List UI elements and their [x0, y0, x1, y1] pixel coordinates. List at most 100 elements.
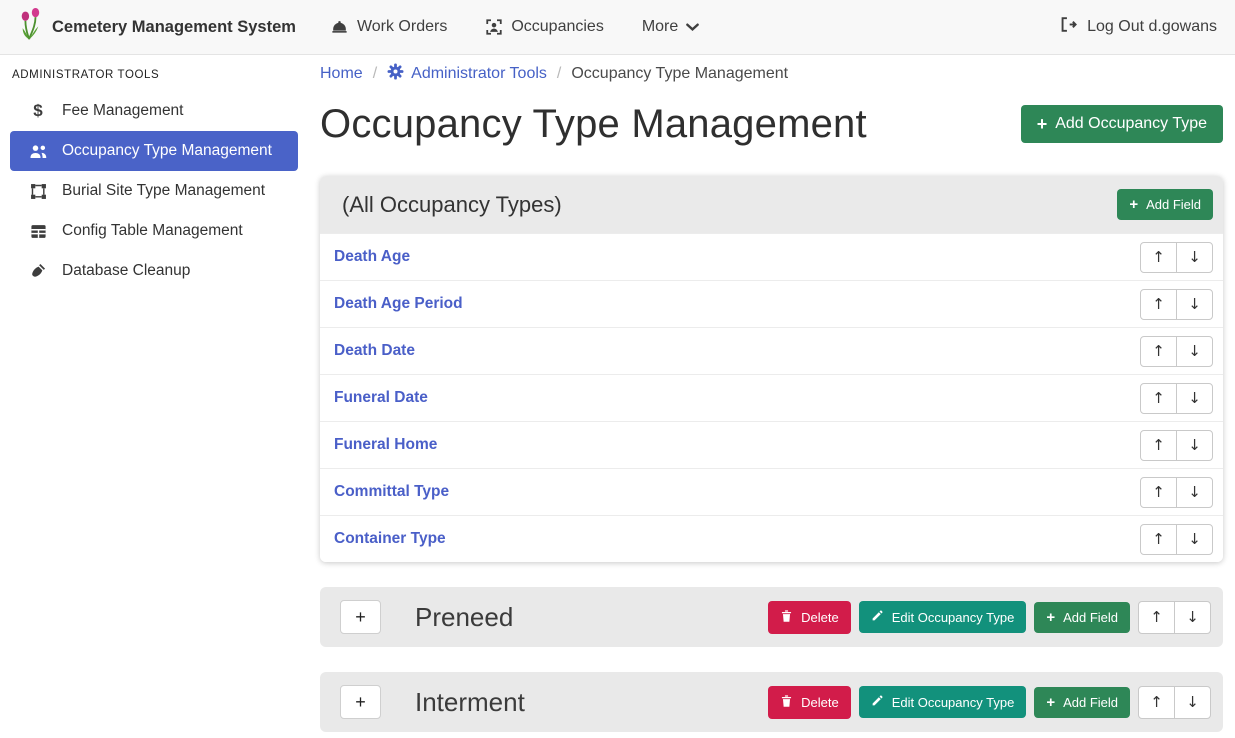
nav-label: Work Orders	[357, 18, 447, 36]
reorder-buttons: ↑ ↓	[1140, 524, 1213, 555]
move-up-button[interactable]: ↑	[1138, 686, 1175, 719]
sidebar-item-label: Database Cleanup	[62, 262, 190, 280]
logout-button[interactable]: Log Out d.gowans	[1059, 15, 1217, 39]
field-link-death-age[interactable]: Death Age	[334, 248, 410, 266]
move-down-button[interactable]: ↓	[1174, 601, 1211, 634]
section-actions: Delete Edit Occupancy Type + Add Field ↑…	[768, 686, 1211, 719]
expand-button[interactable]: +	[340, 685, 381, 719]
add-field-button[interactable]: + Add Field	[1117, 189, 1213, 220]
move-down-button[interactable]: ↓	[1176, 383, 1213, 414]
table-icon	[28, 223, 48, 240]
sidebar-item-config-table-management[interactable]: Config Table Management	[10, 211, 298, 251]
button-label: Edit Occupancy Type	[892, 610, 1015, 625]
logout-label: Log Out d.gowans	[1087, 18, 1217, 36]
field-link-container-type[interactable]: Container Type	[334, 530, 446, 548]
field-row: Death Age ↑ ↓	[320, 233, 1223, 280]
reorder-buttons: ↑ ↓	[1140, 336, 1213, 367]
tulip-logo-icon	[18, 8, 42, 46]
breadcrumb-current: Occupancy Type Management	[571, 65, 788, 83]
reorder-buttons: ↑ ↓	[1140, 242, 1213, 273]
button-label: Delete	[801, 610, 839, 625]
title-row: Occupancy Type Management + Add Occupanc…	[320, 99, 1223, 149]
logout-icon	[1059, 15, 1078, 39]
expand-button[interactable]: +	[340, 600, 381, 634]
field-row: Committal Type ↑ ↓	[320, 468, 1223, 515]
field-link-death-date[interactable]: Death Date	[334, 342, 415, 360]
card-title: (All Occupancy Types)	[342, 192, 562, 218]
sidebar-item-occupancy-type-management[interactable]: Occupancy Type Management	[10, 131, 298, 171]
app-brand[interactable]: Cemetery Management System	[18, 8, 296, 46]
breadcrumb-admin-tools-link[interactable]: Administrator Tools	[387, 63, 547, 85]
move-up-button[interactable]: ↑	[1138, 601, 1175, 634]
frame-icon	[28, 183, 48, 200]
nav-label: More	[642, 18, 678, 36]
gear-icon	[387, 63, 404, 85]
move-down-button[interactable]: ↓	[1176, 524, 1213, 555]
delete-button[interactable]: Delete	[768, 686, 851, 719]
chevron-down-icon	[686, 23, 699, 32]
field-row: Funeral Home ↑ ↓	[320, 421, 1223, 468]
plus-icon: +	[1046, 610, 1055, 625]
move-up-button[interactable]: ↑	[1140, 336, 1177, 367]
nav-item-more[interactable]: More	[642, 18, 699, 36]
field-row: Container Type ↑ ↓	[320, 515, 1223, 562]
field-row: Death Age Period ↑ ↓	[320, 280, 1223, 327]
move-down-button[interactable]: ↓	[1174, 686, 1211, 719]
sidebar-item-database-cleanup[interactable]: Database Cleanup	[10, 251, 298, 291]
dollar-icon: $	[28, 101, 48, 121]
breadcrumb-home-link[interactable]: Home	[320, 65, 363, 83]
hard-hat-icon	[330, 18, 349, 37]
edit-occupancy-type-button[interactable]: Edit Occupancy Type	[859, 601, 1027, 633]
sidebar-item-fee-management[interactable]: $ Fee Management	[10, 91, 298, 131]
section-title: Preneed	[415, 602, 513, 633]
trash-icon	[780, 609, 793, 626]
reorder-buttons: ↑ ↓	[1140, 477, 1213, 508]
move-up-button[interactable]: ↑	[1140, 477, 1177, 508]
move-down-button[interactable]: ↓	[1176, 336, 1213, 367]
field-link-funeral-date[interactable]: Funeral Date	[334, 389, 428, 407]
add-field-button[interactable]: + Add Field	[1034, 687, 1130, 718]
sidebar-item-burial-site-type-management[interactable]: Burial Site Type Management	[10, 171, 298, 211]
nav-item-occupancies[interactable]: Occupancies	[485, 18, 604, 36]
breadcrumb-separator: /	[373, 65, 377, 83]
person-frame-icon	[485, 18, 503, 36]
move-up-button[interactable]: ↑	[1140, 524, 1177, 555]
reorder-buttons: ↑ ↓	[1138, 686, 1211, 719]
move-up-button[interactable]: ↑	[1140, 430, 1177, 461]
field-link-death-age-period[interactable]: Death Age Period	[334, 295, 463, 313]
all-occupancy-types-card: (All Occupancy Types) + Add Field Death …	[320, 176, 1223, 562]
move-down-button[interactable]: ↓	[1176, 289, 1213, 320]
button-label: Add Field	[1063, 610, 1118, 625]
field-row: Death Date ↑ ↓	[320, 327, 1223, 374]
add-occupancy-type-button[interactable]: + Add Occupancy Type	[1021, 105, 1223, 143]
edit-occupancy-type-button[interactable]: Edit Occupancy Type	[859, 686, 1027, 718]
move-down-button[interactable]: ↓	[1176, 477, 1213, 508]
button-label: Add Field	[1063, 695, 1118, 710]
field-row: Funeral Date ↑ ↓	[320, 374, 1223, 421]
nav-item-work-orders[interactable]: Work Orders	[330, 18, 447, 37]
card-header: (All Occupancy Types) + Add Field	[320, 176, 1223, 233]
button-label: Add Field	[1146, 197, 1201, 212]
section-interment: + Interment Delete	[320, 672, 1223, 732]
sidebar-item-label: Fee Management	[62, 102, 184, 120]
reorder-buttons: ↑ ↓	[1140, 383, 1213, 414]
sidebar-item-label: Occupancy Type Management	[62, 142, 272, 160]
sidebar-header: ADMINISTRATOR TOOLS	[0, 55, 310, 91]
move-up-button[interactable]: ↑	[1140, 383, 1177, 414]
field-link-committal-type[interactable]: Committal Type	[334, 483, 449, 501]
move-up-button[interactable]: ↑	[1140, 289, 1177, 320]
page-title: Occupancy Type Management	[320, 99, 867, 149]
plus-icon: +	[1037, 115, 1048, 133]
button-label: Delete	[801, 695, 839, 710]
brand-title: Cemetery Management System	[52, 18, 296, 37]
users-icon	[28, 144, 48, 159]
field-link-funeral-home[interactable]: Funeral Home	[334, 436, 437, 454]
delete-button[interactable]: Delete	[768, 601, 851, 634]
add-field-button[interactable]: + Add Field	[1034, 602, 1130, 633]
move-down-button[interactable]: ↓	[1176, 430, 1213, 461]
plus-icon: +	[1129, 197, 1138, 212]
breadcrumb-label: Administrator Tools	[411, 65, 547, 83]
move-up-button[interactable]: ↑	[1140, 242, 1177, 273]
breadcrumb-label: Home	[320, 65, 363, 83]
move-down-button[interactable]: ↓	[1176, 242, 1213, 273]
